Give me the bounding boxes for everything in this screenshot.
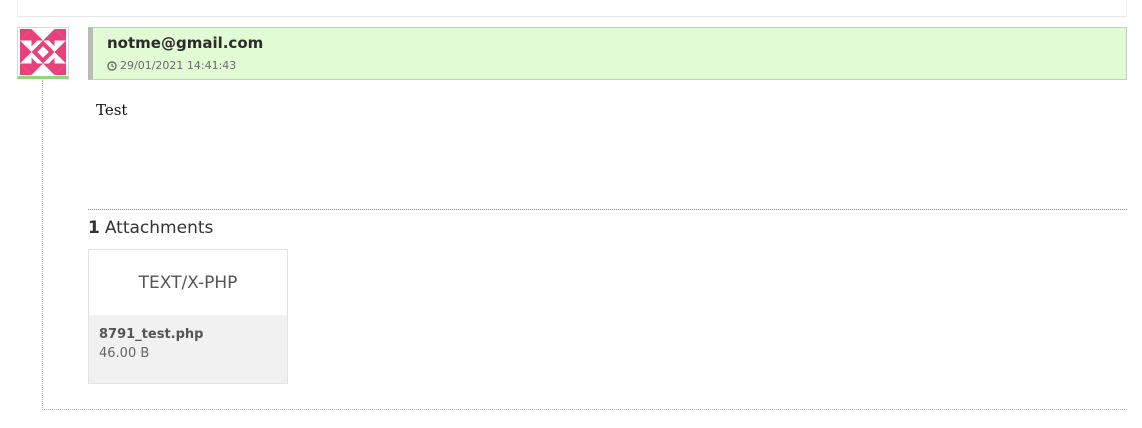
attachments-label: Attachments (104, 218, 214, 238)
message-thread: notme@gmail.com 29/01/2021 14:41:43 Test… (0, 0, 1142, 428)
attachment-meta: 8791_test.php 46.00 B (89, 315, 287, 383)
attachments-divider (88, 209, 1127, 210)
timestamp-text: 29/01/2021 14:41:43 (120, 59, 237, 72)
sender-email: notme@gmail.com (107, 34, 264, 52)
sender-avatar (17, 27, 69, 79)
attachment-card[interactable]: TEXT/X-PHP 8791_test.php 46.00 B (88, 249, 288, 384)
identicon-avatar-icon (20, 29, 66, 75)
attachments-heading: 1 Attachments (88, 218, 213, 238)
attachment-type: TEXT/X-PHP (138, 272, 238, 293)
previous-message-bottom (17, 0, 1127, 17)
message-header: notme@gmail.com 29/01/2021 14:41:43 (88, 27, 1127, 80)
message-timestamp: 29/01/2021 14:41:43 (107, 59, 236, 72)
attachment-size: 46.00 B (99, 346, 150, 361)
attachment-filename[interactable]: 8791_test.php (99, 327, 203, 342)
attachments-count: 1 (88, 218, 100, 238)
clock-icon (107, 60, 117, 71)
message-body: Test (96, 101, 128, 119)
